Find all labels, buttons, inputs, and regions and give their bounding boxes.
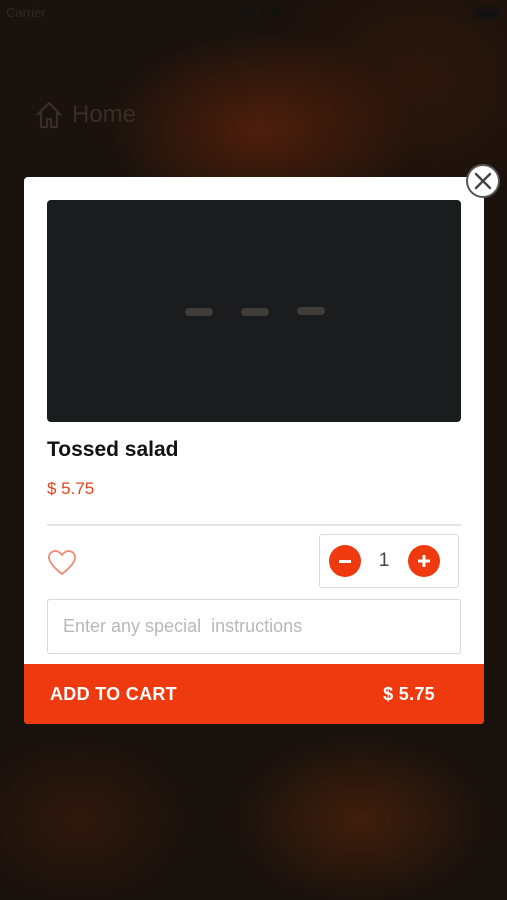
item-price: $ 5.75 [47,479,95,498]
photo-detail [241,308,269,316]
favorite-button[interactable] [47,549,77,582]
photo-detail [185,308,213,316]
home-label: Home [72,101,137,128]
plus-icon [418,555,430,567]
photo-detail [297,307,325,315]
battery-icon [473,7,499,20]
quantity-stepper: 1 [319,534,459,588]
home-nav-link[interactable]: Home [34,100,136,130]
item-detail-modal: Tossed salad $ 5.75 1 ADD TO CART $ 5.75 [24,177,484,724]
cart-total: $ 5.75 [383,683,435,704]
item-name: Tossed salad [47,438,179,461]
close-modal-button[interactable] [466,164,500,198]
status-time: 2:22 PM [225,4,282,21]
item-photo [47,200,461,422]
increase-quantity-button[interactable] [408,545,440,577]
special-instructions-input[interactable] [47,599,461,654]
divider [47,524,461,526]
status-bar: Carrier 2:22 PM [0,0,507,28]
close-icon [474,172,492,190]
heart-outline-icon [48,550,76,576]
home-icon [34,100,64,130]
add-to-cart-button[interactable]: ADD TO CART $ 5.75 [24,664,484,724]
add-to-cart-label: ADD TO CART [50,683,177,704]
